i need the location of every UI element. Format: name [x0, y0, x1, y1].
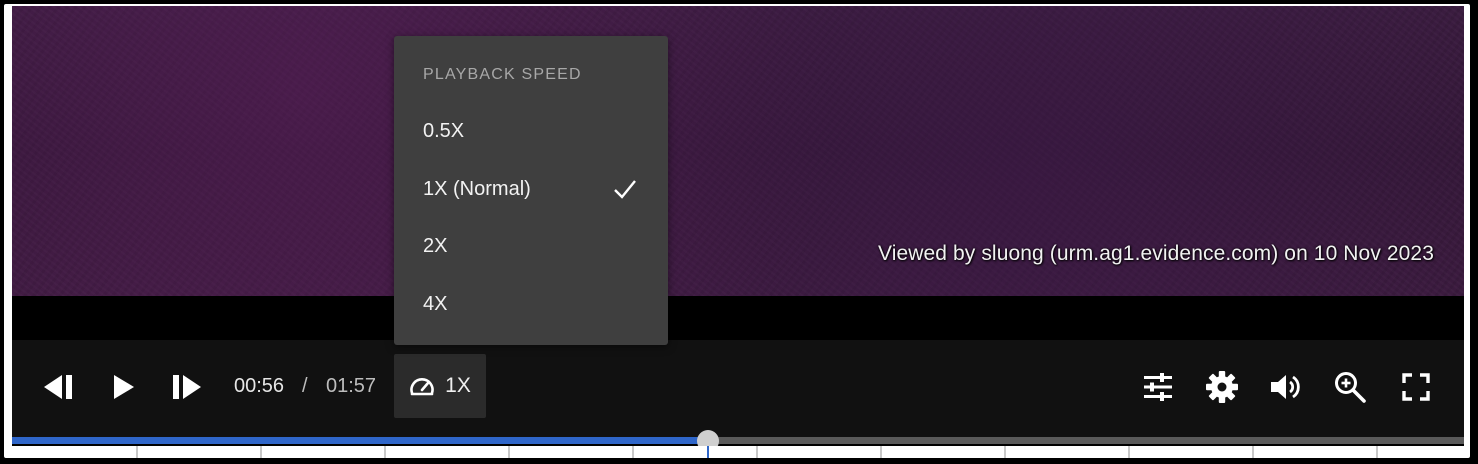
speed-option-0-5x[interactable]: 0.5X [394, 104, 668, 160]
progress-fill [12, 437, 708, 444]
skip-forward-button[interactable] [167, 370, 205, 404]
speed-option-label: 2X [423, 235, 448, 257]
zoom-button[interactable] [1332, 370, 1368, 404]
time-separator: / [302, 375, 308, 397]
time-total: 01:57 [326, 375, 377, 397]
ruler-tick [260, 446, 262, 458]
fullscreen-button[interactable] [1399, 370, 1433, 404]
volume-icon [1271, 375, 1300, 399]
speed-menu-title: PLAYBACK SPEED [423, 66, 582, 83]
playhead-marker [707, 446, 709, 458]
zoom-in-icon [1335, 372, 1366, 403]
ruler-tick [1004, 446, 1006, 458]
timeline-ruler [12, 446, 1464, 458]
control-bar [12, 340, 1464, 440]
ruler-tick [632, 446, 634, 458]
adjustments-icon [1144, 373, 1172, 401]
ruler-tick [1252, 446, 1254, 458]
play-icon [114, 375, 134, 399]
speed-option-label: 4X [423, 293, 448, 315]
volume-button[interactable] [1268, 370, 1304, 404]
video-player: Viewed by sluong (urm.ag1.evidence.com) … [12, 6, 1464, 458]
ruler-tick [136, 446, 138, 458]
playback-speed-label: 1X [445, 374, 471, 397]
ruler-tick [384, 446, 386, 458]
skip-back-button[interactable] [40, 370, 78, 404]
speed-option-label: 1X (Normal) [423, 178, 531, 200]
gear-icon [1206, 371, 1238, 403]
ruler-tick [1376, 446, 1378, 458]
speed-option-2x[interactable]: 2X [394, 219, 668, 275]
ruler-tick [880, 446, 882, 458]
fullscreen-icon [1402, 373, 1430, 401]
video-frame[interactable]: Viewed by sluong (urm.ag1.evidence.com) … [12, 6, 1464, 296]
viewer-watermark: Viewed by sluong (urm.ag1.evidence.com) … [877, 242, 1434, 265]
adjustments-button[interactable] [1140, 370, 1176, 404]
ruler-tick [1128, 446, 1130, 458]
playback-speed-button[interactable]: 1X [394, 354, 486, 418]
time-current: 00:56 [234, 375, 285, 397]
speed-option-1x[interactable]: 1X (Normal) [394, 162, 668, 218]
check-icon [614, 180, 636, 199]
ruler-tick [508, 446, 510, 458]
speed-option-label: 0.5X [423, 120, 465, 142]
speed-option-4x[interactable]: 4X [394, 277, 668, 333]
speedometer-icon [410, 378, 434, 396]
skip-forward-icon [173, 375, 201, 399]
playback-speed-menu: PLAYBACK SPEED 0.5X 1X (Normal) 2X 4X [394, 36, 668, 345]
settings-button[interactable] [1204, 370, 1240, 404]
ruler-tick [756, 446, 758, 458]
play-button[interactable] [106, 370, 140, 404]
skip-back-icon [44, 375, 72, 399]
